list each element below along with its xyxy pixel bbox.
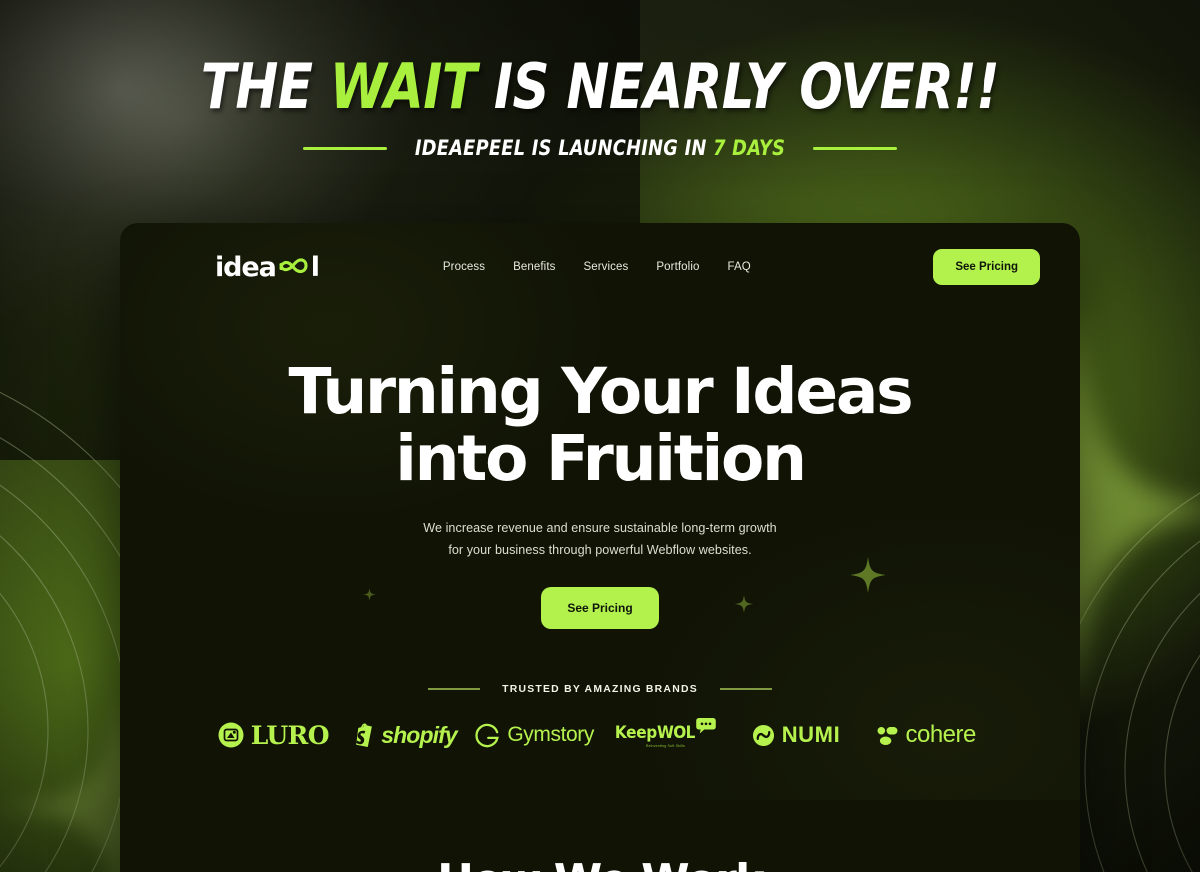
nav-item-services[interactable]: Services [583,261,628,273]
shopify-bag-icon [351,722,374,749]
promo-title-highlight: WAIT [329,50,477,123]
promo-subtitle-text: IDEAEPEEL IS LAUNCHING IN [414,136,714,161]
trusted-divider-right [719,688,772,690]
numi-circle-icon [752,724,775,747]
website-preview-card: idea l Process Benefits Services Portfol… [120,223,1080,872]
luro-badge-icon [218,722,244,748]
nav-item-faq[interactable]: FAQ [727,261,750,273]
promo-subtitle-row: IDEAEPEEL IS LAUNCHING IN 7 DAYS [0,136,1200,160]
gymstory-g-icon [475,723,500,748]
numi-wordmark: NUMI [781,722,841,748]
keepwol-row: KeepWOL [615,717,716,743]
hero-subtext-line1: We increase revenue and ensure sustainab… [423,520,777,535]
brand-logo-luro[interactable]: LURO [208,721,339,750]
brand-logo-keepwol[interactable]: KeepWOL Reinventing Soft Skills [600,717,731,748]
keepwol-wol: WOL [656,722,695,743]
keepwol-wordmark: KeepWOL [615,723,695,743]
hero-see-pricing-button[interactable]: See Pricing [541,586,659,629]
trusted-by-strip: TRUSTED BY AMAZING BRANDS [120,684,1080,695]
hero-headline-line1: Turning Your Ideas [288,355,914,428]
keepwol-tagline: Reinventing Soft Skills [645,743,685,748]
hero-section: Turning Your Ideas into Fruition We incr… [120,285,1080,629]
promo-divider-left [302,146,387,150]
promo-divider-right [813,146,897,150]
cohere-dots-icon [877,726,898,745]
hero-subtext: We increase revenue and ensure sustainab… [120,517,1080,561]
next-section-title: How We Work [437,859,764,872]
keepwol-lockup: KeepWOL Reinventing Soft Skills [615,717,716,748]
next-section-peek: How We Work [120,800,1080,872]
shopify-wordmark: shopify [381,721,457,748]
gymstory-wordmark: Gymstory [507,723,594,747]
hero-headline: Turning Your Ideas into Fruition [120,358,1080,495]
nav-item-portfolio[interactable]: Portfolio [656,261,699,273]
hero-subtext-line2: for your business through powerful Webfl… [448,542,752,557]
logo-text-suffix: l [310,251,320,283]
logo-infinity-icon [277,257,310,276]
site-logo[interactable]: idea l [215,251,320,283]
luro-wordmark: LURO [250,720,330,750]
promo-subtitle: IDEAEPEEL IS LAUNCHING IN 7 DAYS [415,136,785,160]
site-navbar: idea l Process Benefits Services Portfol… [120,223,1080,285]
promo-subtitle-highlight: 7 DAYS [713,136,786,161]
nav-see-pricing-button[interactable]: See Pricing [933,249,1040,285]
brand-logo-numi[interactable]: NUMI [731,722,862,748]
trusted-divider-left [428,688,481,690]
cohere-wordmark: cohere [905,721,976,749]
promo-title-part1: THE [200,50,330,123]
nav-item-benefits[interactable]: Benefits [513,261,555,273]
site-nav-links: Process Benefits Services Portfolio FAQ [443,261,751,273]
promo-banner: THE WAIT IS NEARLY OVER!! IDEAEPEEL IS L… [0,0,1200,160]
promo-title: THE WAIT IS NEARLY OVER!! [48,55,1152,118]
brand-logo-shopify[interactable]: shopify [339,722,470,749]
logo-text-prefix: idea [215,251,277,283]
keepwol-keep: Keep [614,722,657,743]
promo-title-part2: IS NEARLY OVER!! [476,50,1000,123]
brand-logo-cohere[interactable]: cohere [861,721,992,749]
hero-headline-line2: into Fruition [395,421,807,495]
brand-logo-row: LURO shopify Gymstory KeepWOL Reinventin… [120,717,1080,750]
brand-logo-gymstory[interactable]: Gymstory [469,723,600,748]
nav-item-process[interactable]: Process [443,261,485,273]
trusted-by-label: TRUSTED BY AMAZING BRANDS [502,683,698,695]
keepwol-chat-icon [696,717,716,734]
